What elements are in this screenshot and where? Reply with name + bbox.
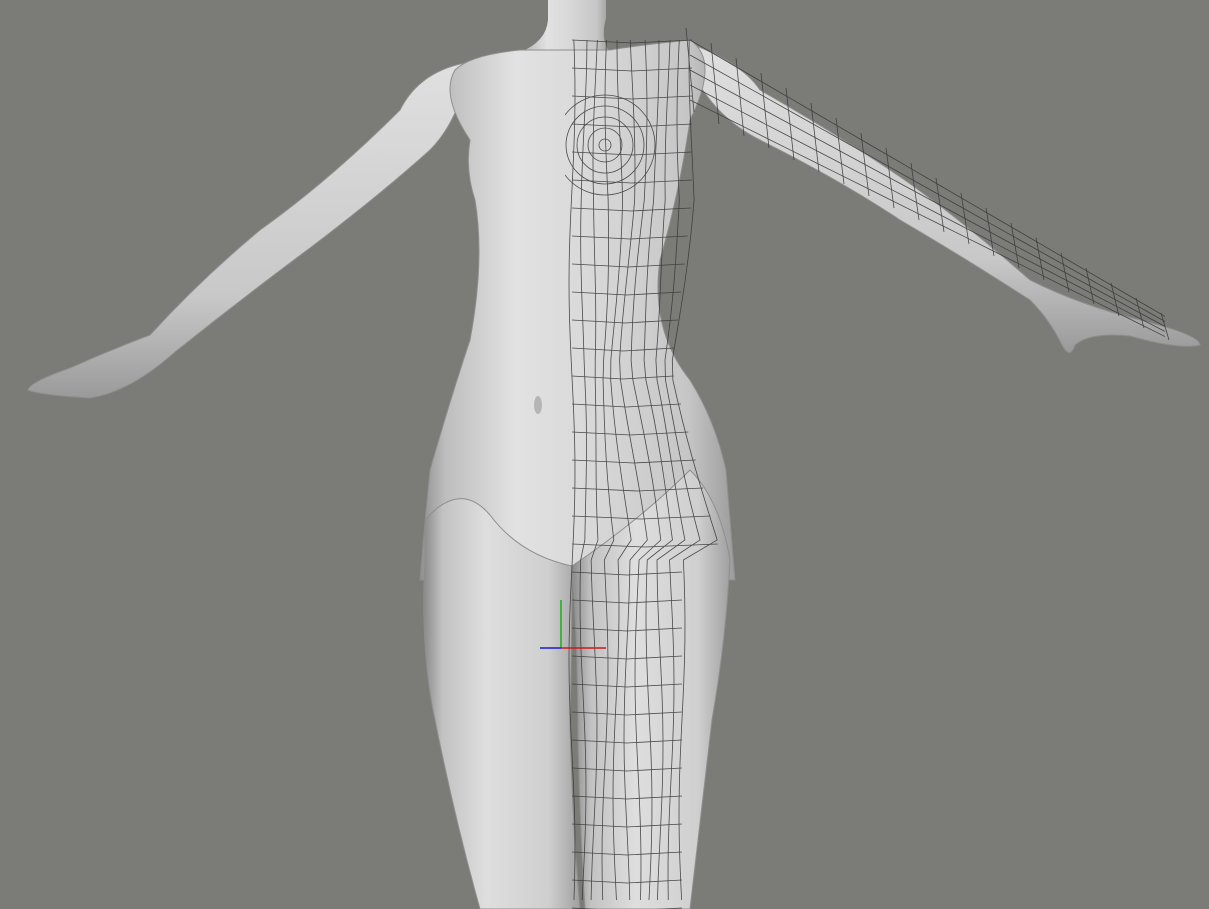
model-right-arm <box>679 39 1201 353</box>
wire-edge <box>689 69 1166 327</box>
model-left-arm <box>27 61 471 399</box>
viewport-scene[interactable] <box>0 0 1209 909</box>
wire-edge <box>689 84 1166 332</box>
wire-edge <box>689 99 1166 337</box>
3d-viewport[interactable] <box>0 0 1209 909</box>
wire-edge <box>689 39 1166 317</box>
model-neck <box>520 0 610 52</box>
model-navel <box>534 396 542 414</box>
wire-edge <box>689 54 1166 322</box>
